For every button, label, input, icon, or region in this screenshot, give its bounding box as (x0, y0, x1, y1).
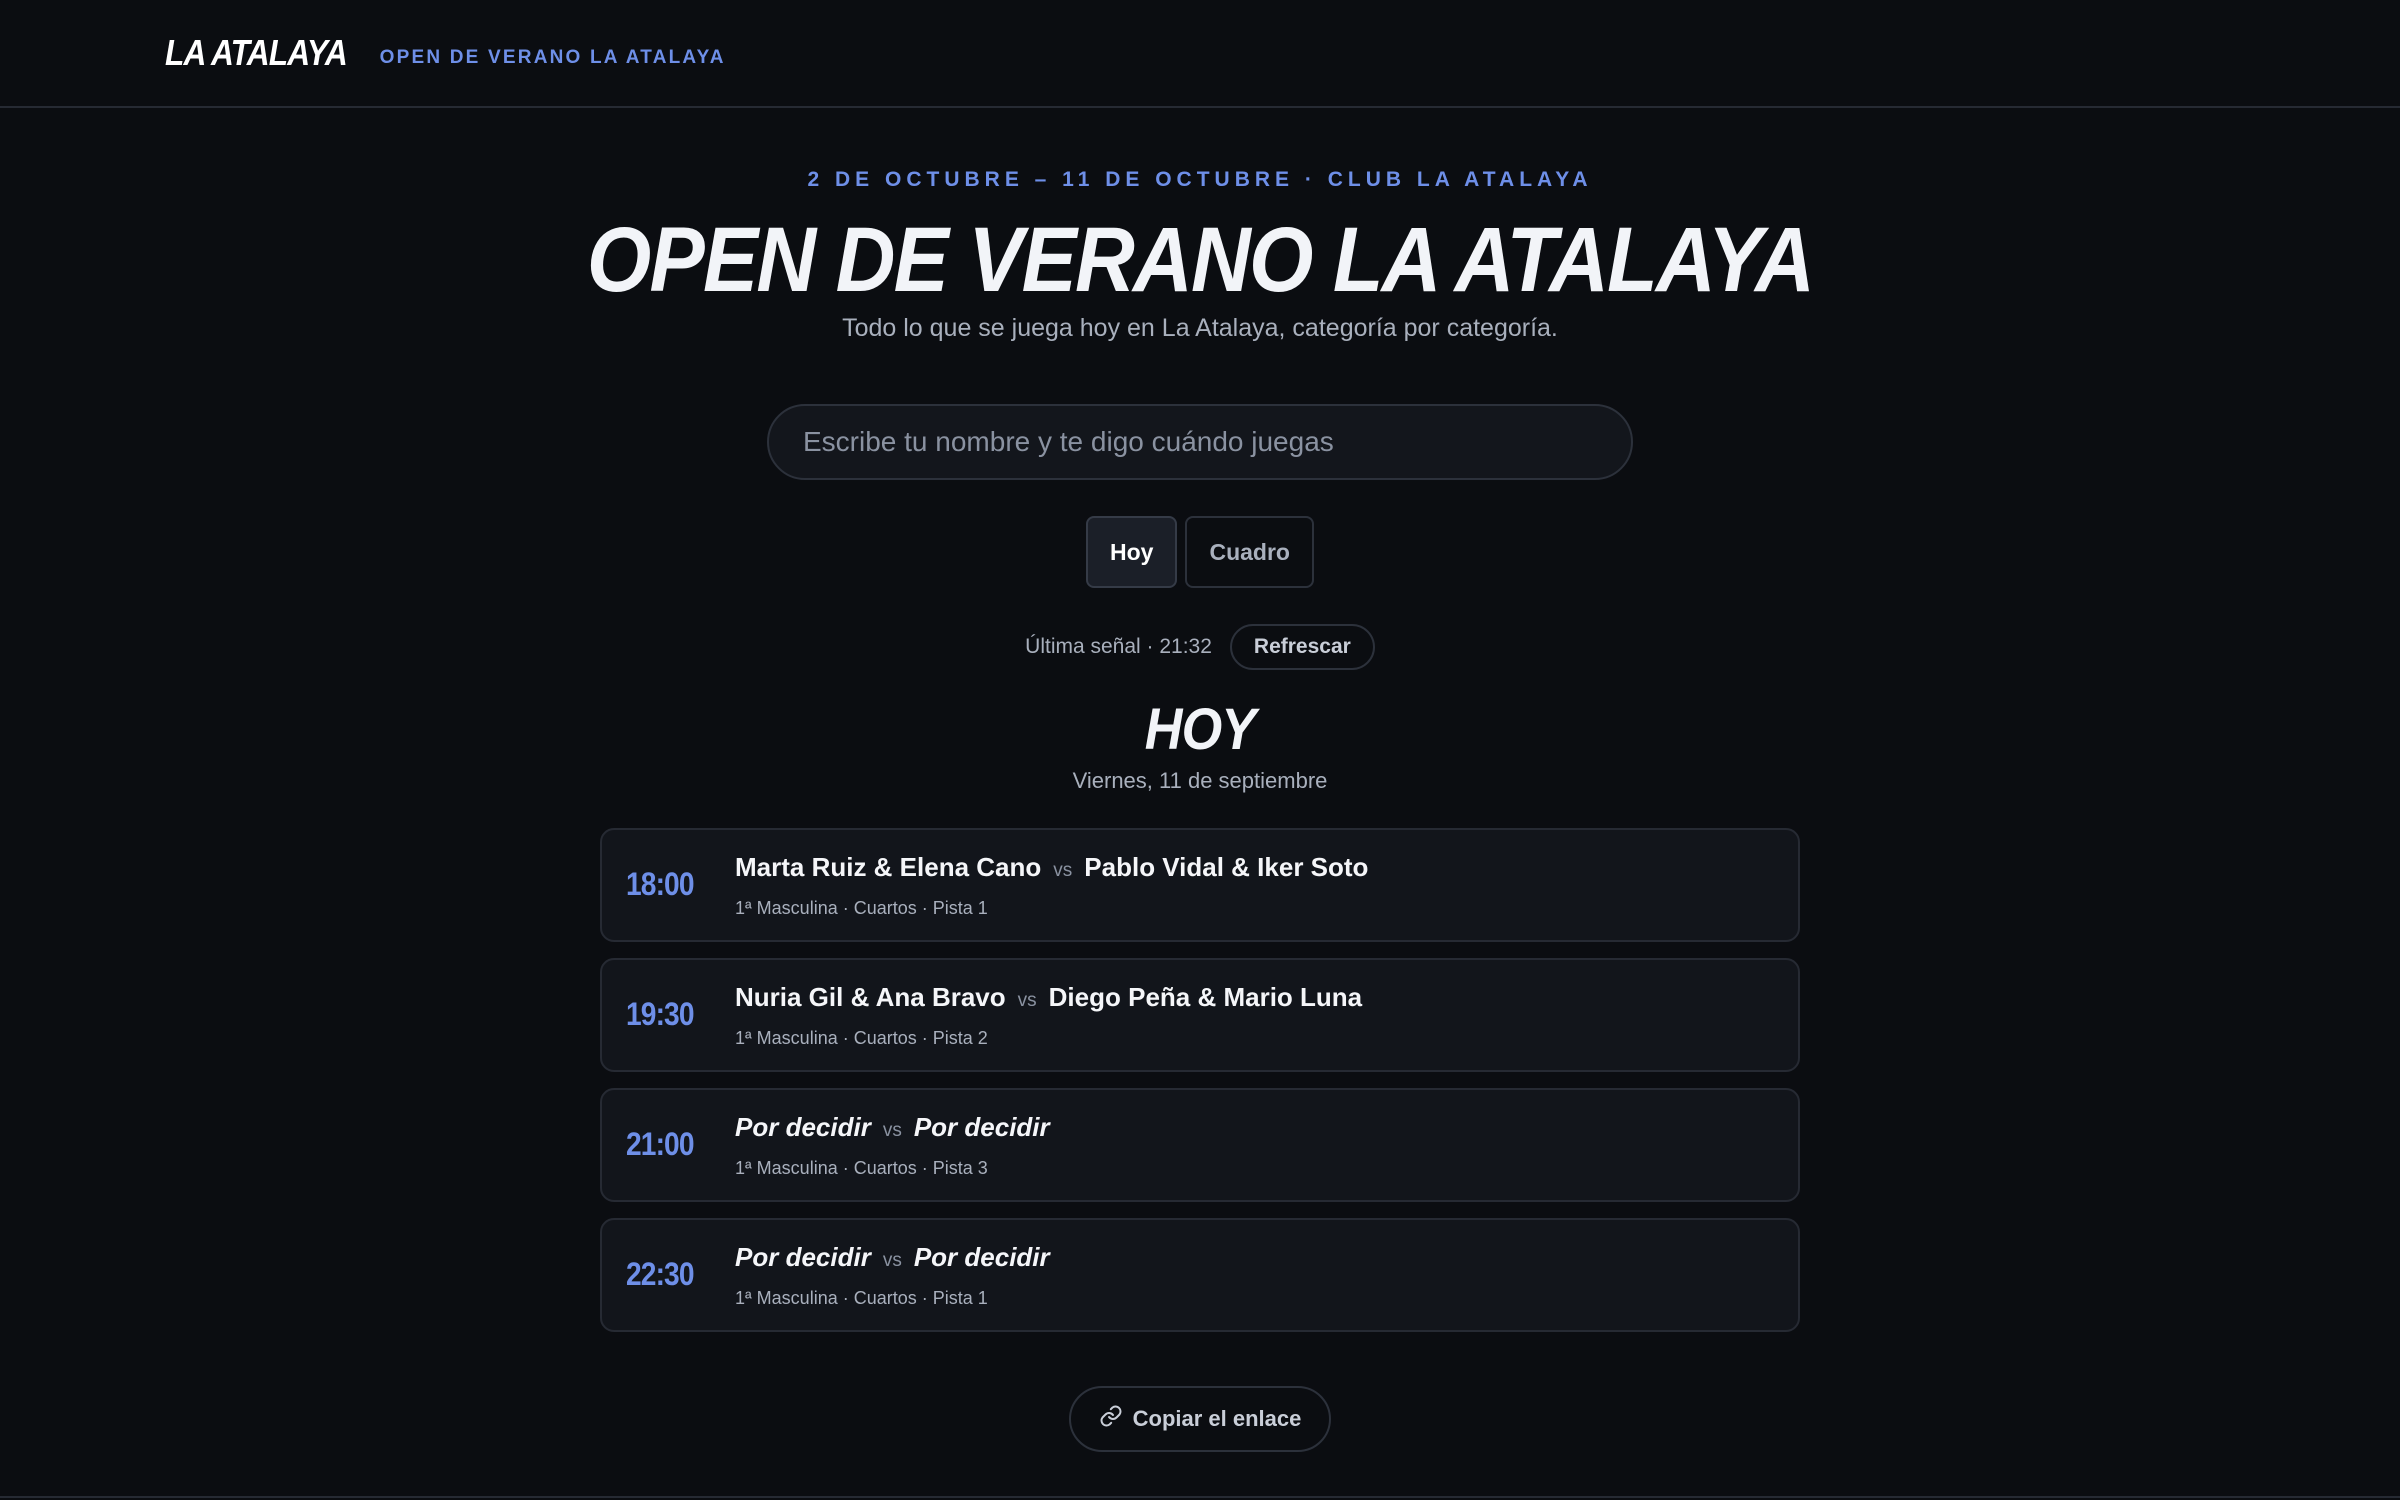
match-time: 22:30 (626, 1256, 695, 1292)
day-heading: HOY (1144, 697, 1256, 762)
brand-logo[interactable]: LA ATALAYA (165, 32, 348, 74)
match-meta: 1ª Masculina · Cuartos · Pista 2 (735, 1028, 988, 1048)
team-one: Marta Ruiz & Elena Cano (735, 852, 1042, 882)
tournament-dates: 2 DE OCTUBRE – 11 DE OCTUBRE · CLUB LA A… (807, 168, 1593, 191)
match-teams: Nuria Gil & Ana Bravo vs Diego Peña & Ma… (735, 982, 1362, 1013)
main-content: 2 DE OCTUBRE – 11 DE OCTUBRE · CLUB LA A… (0, 108, 2400, 1498)
match-time: 18:00 (626, 866, 695, 902)
match-card[interactable]: 19:30 Nuria Gil & Ana Bravo vs Diego Peñ… (600, 958, 1800, 1072)
vs-label: vs (882, 1250, 902, 1271)
match-teams: Por decidir vs Por decidir (735, 1112, 1050, 1143)
team-two: Pablo Vidal & Iker Soto (1084, 852, 1369, 882)
day-date: Viernes, 11 de septiembre (1072, 768, 1328, 793)
match-meta: 1ª Masculina · Cuartos · Pista 1 (735, 1288, 988, 1308)
match-card[interactable]: 21:00 Por decidir vs Por decidir 1ª Masc… (600, 1088, 1800, 1202)
tournament-name: OPEN DE VERANO LA ATALAYA (379, 47, 726, 68)
match-time: 19:30 (626, 996, 695, 1032)
tab-hoy[interactable]: Hoy (1086, 516, 1178, 588)
match-teams: Por decidir vs Por decidir (735, 1242, 1050, 1273)
team-two: Diego Peña & Mario Luna (1048, 982, 1363, 1012)
view-tabs: Hoy Cuadro (0, 516, 2400, 588)
refresh-button[interactable]: Refrescar (1229, 624, 1375, 670)
team-one: Nuria Gil & Ana Bravo (735, 982, 1006, 1012)
team-one: Por decidir (735, 1112, 871, 1142)
tab-cuadro[interactable]: Cuadro (1185, 516, 1314, 588)
vs-label: vs (882, 1120, 902, 1141)
copy-link-button[interactable]: Copiar el enlace (1069, 1386, 1331, 1452)
footer-divider (0, 1496, 2400, 1498)
match-card[interactable]: 18:00 Marta Ruiz & Elena Cano vs Pablo V… (600, 828, 1800, 942)
team-two: Por decidir (913, 1242, 1050, 1272)
copy-link-label: Copiar el enlace (1132, 1406, 1302, 1431)
last-signal-text: Última señal · 21:32 (1025, 635, 1212, 658)
status-row: Última señal · 21:32 Refrescar (0, 624, 2400, 670)
player-search-input[interactable] (767, 404, 1633, 480)
match-meta: 1ª Masculina · Cuartos · Pista 3 (735, 1158, 988, 1178)
vs-label: vs (1053, 860, 1073, 881)
match-time: 21:00 (626, 1126, 695, 1162)
page-title: OPEN DE VERANO LA ATALAYA (586, 209, 1815, 311)
match-meta: 1ª Masculina · Cuartos · Pista 1 (735, 898, 988, 918)
vs-label: vs (1017, 990, 1037, 1011)
team-one: Por decidir (735, 1242, 871, 1272)
match-list: 18:00 Marta Ruiz & Elena Cano vs Pablo V… (600, 828, 1800, 1348)
match-card[interactable]: 22:30 Por decidir vs Por decidir 1ª Masc… (600, 1218, 1800, 1332)
page-subtitle: Todo lo que se juega hoy en La Atalaya, … (842, 314, 1558, 342)
match-teams: Marta Ruiz & Elena Cano vs Pablo Vidal &… (735, 852, 1368, 883)
team-two: Por decidir (913, 1112, 1050, 1142)
top-bar: LA ATALAYA OPEN DE VERANO LA ATALAYA (0, 0, 2400, 108)
link-icon (1099, 1404, 1123, 1434)
